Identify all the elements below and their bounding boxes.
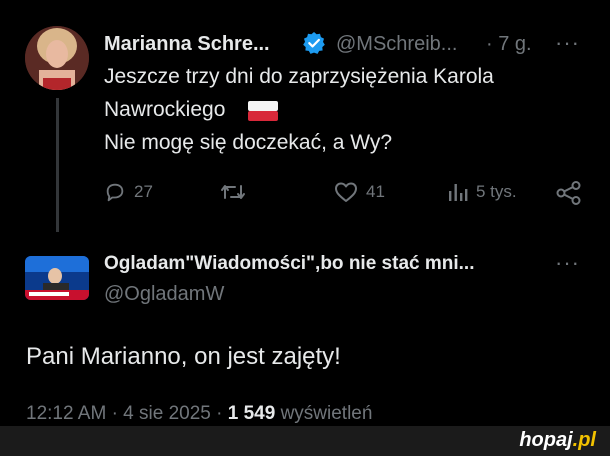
views-count: 5 tys. — [476, 182, 517, 201]
more-options-icon[interactable]: ··· — [555, 30, 580, 56]
reply-date[interactable]: 4 sie 2025 — [123, 403, 211, 424]
tv-news-thumbnail — [25, 256, 89, 300]
author-avatar[interactable] — [25, 26, 89, 90]
reply-time[interactable]: 12:12 AM — [26, 403, 106, 424]
reply-text: Pani Marianno, on jest zajęty! — [26, 343, 341, 370]
avatar-portrait — [25, 26, 89, 90]
author-handle[interactable]: @MSchreib... — [336, 33, 457, 56]
reply-count: 27 — [134, 182, 153, 201]
reply-more-options-icon[interactable]: ··· — [555, 250, 580, 276]
reply-button[interactable]: 27 — [104, 181, 153, 203]
thread-line — [56, 98, 59, 232]
tweet-text-line-3: Nie mogę się doczekać, a Wy? — [104, 131, 393, 154]
share-icon — [556, 181, 581, 205]
repost-icon — [221, 185, 245, 199]
verified-badge-icon — [302, 31, 326, 60]
reply-author-avatar[interactable] — [25, 256, 89, 300]
analytics-icon — [449, 184, 468, 201]
reply-views-count: 1 549 — [227, 403, 276, 424]
logo-brand: hopaj — [519, 429, 573, 451]
reply-views-label: wyświetleń — [280, 403, 373, 424]
repost-button[interactable] — [220, 181, 246, 203]
views-button[interactable]: 5 tys. — [446, 181, 517, 203]
reply-icon — [106, 183, 124, 202]
reply-meta: 12:12 AM · 4 sie 2025 · 1 549 wyświetleń — [26, 403, 373, 424]
heart-icon — [335, 182, 357, 202]
author-name[interactable]: Marianna Schre... — [104, 33, 270, 56]
share-button[interactable] — [556, 181, 582, 205]
reply-author-name[interactable]: Ogladam"Wiadomości",bo nie stać mni... — [104, 253, 474, 275]
reply-author-handle[interactable]: @OgladamW — [104, 283, 224, 306]
logo-tld: .pl — [572, 429, 596, 451]
poland-flag-icon — [248, 101, 278, 126]
like-count: 41 — [366, 182, 385, 201]
site-logo: hopaj.pl — [519, 429, 596, 452]
like-button[interactable]: 41 — [334, 181, 385, 203]
tweet-time[interactable]: · 7 g. — [486, 33, 532, 56]
tweet-text-line-1: Jeszcze trzy dni do zaprzysiężenia Karol… — [104, 65, 494, 88]
tweet-text-line-2: Nawrockiego — [104, 98, 226, 121]
